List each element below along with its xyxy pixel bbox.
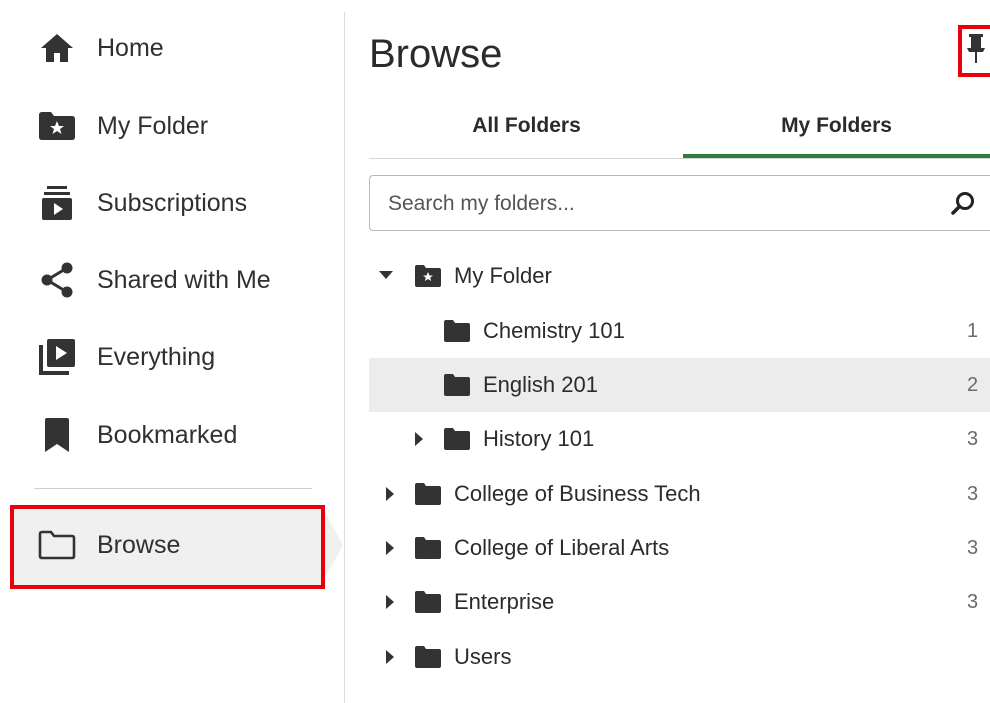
tree-item-label: English 201 xyxy=(483,372,598,397)
star-folder-icon xyxy=(415,265,441,287)
caret-right-icon[interactable] xyxy=(413,432,427,446)
sidebar-item-label: Shared with Me xyxy=(97,265,271,294)
share-icon xyxy=(38,261,76,299)
tree-item-label: Users xyxy=(454,644,512,669)
pin-button[interactable] xyxy=(958,25,990,73)
tab-my-folders[interactable]: My Folders xyxy=(683,108,990,158)
tree-item-label: My Folder xyxy=(454,263,552,288)
sidebar-item-bookmarked[interactable]: Bookmarked xyxy=(0,405,344,465)
caret-right-icon[interactable] xyxy=(384,595,398,609)
tree-item-english-201[interactable]: English 201 2 xyxy=(369,358,990,412)
tree-item-label: History 101 xyxy=(483,426,595,451)
sidebar-item-browse[interactable]: Browse xyxy=(10,505,321,585)
caret-right-icon[interactable] xyxy=(384,650,398,664)
tree-item-chemistry-101[interactable]: Chemistry 101 1 xyxy=(369,304,990,358)
bookmark-icon xyxy=(38,416,76,454)
sidebar: Home My Folder Subscriptions Shared with… xyxy=(0,0,344,703)
caret-down-icon[interactable] xyxy=(379,269,393,283)
pin-icon xyxy=(966,34,986,69)
folder-icon xyxy=(444,428,470,450)
media-library-icon xyxy=(38,338,76,376)
tree-item-count: 3 xyxy=(967,536,979,559)
tree-item-college-of-business-tech[interactable]: College of Business Tech 3 xyxy=(369,467,990,521)
search-input[interactable] xyxy=(386,176,930,232)
sidebar-item-label: Subscriptions xyxy=(97,188,248,217)
tree-item-count: 1 xyxy=(967,319,979,342)
star-folder-icon xyxy=(38,107,76,145)
tab-all-folders[interactable]: All Folders xyxy=(414,108,639,156)
folder-tabs: All Folders My Folders xyxy=(369,108,990,159)
tree-item-label: College of Liberal Arts xyxy=(454,535,670,560)
folder-icon xyxy=(415,646,441,668)
folder-icon xyxy=(444,374,470,396)
caret-right-icon[interactable] xyxy=(384,487,398,501)
sidebar-item-label: Browse xyxy=(97,530,181,559)
sidebar-item-label: My Folder xyxy=(97,111,209,140)
tree-item-enterprise[interactable]: Enterprise 3 xyxy=(369,575,990,629)
tree-item-college-of-liberal-arts[interactable]: College of Liberal Arts 3 xyxy=(369,521,990,575)
panel-divider xyxy=(344,12,345,703)
sidebar-item-subscriptions[interactable]: Subscriptions xyxy=(0,173,344,233)
tree-item-count: 3 xyxy=(967,482,979,505)
tree-item-count: 2 xyxy=(967,373,979,396)
sidebar-item-everything[interactable]: Everything xyxy=(0,327,344,387)
sidebar-item-label: Home xyxy=(97,33,164,62)
tree-item-history-101[interactable]: History 101 3 xyxy=(369,412,990,466)
subscriptions-icon xyxy=(38,184,76,222)
tree-item-label: Chemistry 101 xyxy=(483,318,625,343)
tree-item-my-folder[interactable]: My Folder xyxy=(369,249,990,303)
sidebar-item-shared-with-me[interactable]: Shared with Me xyxy=(0,250,344,310)
sidebar-item-label: Bookmarked xyxy=(97,420,238,449)
tree-item-users[interactable]: Users xyxy=(369,630,990,684)
sidebar-item-my-folder[interactable]: My Folder xyxy=(0,96,344,156)
search-box xyxy=(369,175,990,232)
folder-icon xyxy=(444,320,470,342)
folder-outline-icon xyxy=(38,526,76,564)
page-title: Browse xyxy=(369,32,503,76)
sidebar-item-home[interactable]: Home xyxy=(0,18,344,78)
tree-item-count: 3 xyxy=(967,590,979,613)
caret-right-icon[interactable] xyxy=(384,541,398,555)
tree-item-count: 3 xyxy=(967,427,979,450)
tree-item-label: Enterprise xyxy=(454,589,555,614)
search-icon[interactable] xyxy=(948,189,978,219)
tree-item-label: College of Business Tech xyxy=(454,481,701,506)
folder-icon xyxy=(415,537,441,559)
folder-icon xyxy=(415,591,441,613)
selection-pointer xyxy=(321,505,343,585)
folder-icon xyxy=(415,483,441,505)
home-icon xyxy=(38,29,76,67)
sidebar-divider xyxy=(34,488,312,489)
sidebar-item-label: Everything xyxy=(97,342,216,371)
